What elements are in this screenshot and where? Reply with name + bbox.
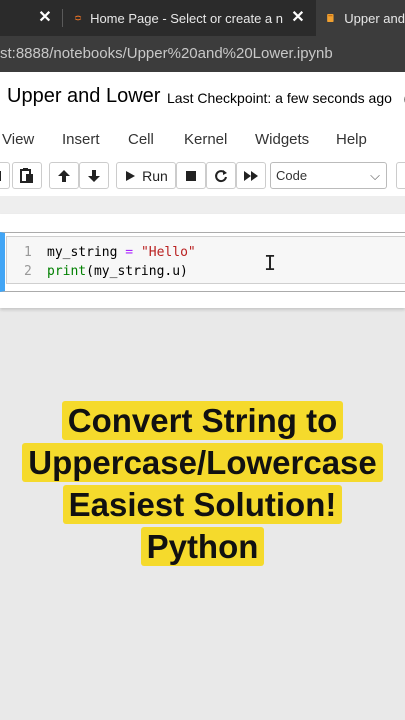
fast-forward-icon <box>244 170 258 181</box>
title-line-text: Uppercase/Lowercase <box>22 443 383 482</box>
notebook-gutter <box>0 196 405 214</box>
cell-type-value: Code <box>276 168 308 183</box>
menu-widgets[interactable]: Widgets <box>255 131 309 148</box>
menu-insert[interactable]: Insert <box>62 131 100 148</box>
jupyter-icon <box>74 15 82 21</box>
menu-view[interactable]: View <box>2 131 34 148</box>
tab-upper-and-lower[interactable]: Upper and <box>316 0 405 36</box>
close-tab-icon[interactable]: ✕ <box>33 6 57 30</box>
notebook-header: Upper and Lower Last Checkpoint: a few s… <box>0 72 405 123</box>
restart-button[interactable] <box>206 162 236 189</box>
command-palette-button[interactable] <box>396 162 405 189</box>
video-title-overlay: Convert String to Uppercase/Lowercase Ea… <box>0 400 405 568</box>
paste-button[interactable] <box>12 162 42 189</box>
title-line-text: Convert String to <box>61 401 344 440</box>
arrow-up-icon <box>58 169 70 182</box>
move-up-button[interactable] <box>49 162 79 189</box>
restart-run-all-button[interactable] <box>236 162 266 189</box>
run-button[interactable]: Run <box>116 162 176 189</box>
line-number: 1 <box>24 245 32 260</box>
last-checkpoint: Last Checkpoint: a few seconds ago ( <box>167 90 405 106</box>
cell-type-select[interactable]: Code ⌵ <box>270 162 387 189</box>
stop-icon <box>186 170 196 181</box>
paste-icon <box>20 167 33 183</box>
line-number: 2 <box>24 264 32 279</box>
close-tab-icon[interactable]: ✕ <box>286 6 310 30</box>
notebook-toolbar: Run Code ⌵ <box>0 158 405 197</box>
notebook-icon <box>327 13 334 23</box>
url-text: st:8888/notebooks/Upper%20and%20Lower.ip… <box>0 45 333 62</box>
notebook-title[interactable]: Upper and Lower <box>7 85 160 108</box>
checkpoint-text: Last Checkpoint: a few seconds ago <box>167 90 392 106</box>
chevron-down-icon: ⌵ <box>370 168 380 183</box>
interrupt-button[interactable] <box>176 162 206 189</box>
tab-title: Upper and <box>344 10 405 26</box>
title-line: Convert String to <box>0 400 405 442</box>
copy-button[interactable] <box>0 162 10 189</box>
tab-home-page[interactable]: Home Page - Select or create a n <box>68 0 283 36</box>
tab-separator <box>62 9 63 27</box>
run-label: Run <box>142 167 168 184</box>
code-line-text: print(my_string.u) <box>47 264 188 279</box>
menu-cell[interactable]: Cell <box>128 131 154 148</box>
code-editor[interactable]: 1 2 my_string = "Hello" print(my_string.… <box>6 236 405 284</box>
address-bar[interactable]: st:8888/notebooks/Upper%20and%20Lower.ip… <box>0 36 405 72</box>
title-line: Easiest Solution! <box>0 484 405 526</box>
move-down-button[interactable] <box>79 162 109 189</box>
menu-help[interactable]: Help <box>336 131 367 148</box>
menu-kernel[interactable]: Kernel <box>184 131 227 148</box>
tab-title: Home Page - Select or create a n <box>90 10 283 26</box>
code-line: print(my_string.u) <box>47 264 188 279</box>
code-line-text: my_string = "Hello" <box>47 245 196 260</box>
line-number-gutter: 1 2 <box>7 237 41 283</box>
copy-icon <box>0 170 1 181</box>
title-line-text: Python <box>140 527 265 566</box>
menu-bar: View Insert Cell Kernel Widgets Help <box>0 122 405 158</box>
play-icon <box>126 170 136 181</box>
restart-icon <box>215 169 227 182</box>
title-line-text: Easiest Solution! <box>62 485 343 524</box>
title-line: Uppercase/Lowercase <box>0 442 405 484</box>
text-cursor-icon: I <box>264 251 277 275</box>
title-line: Python <box>0 526 405 568</box>
arrow-down-icon <box>88 169 100 182</box>
code-line: my_string = "Hello" <box>47 245 196 260</box>
browser-tab-bar: ✕ Home Page - Select or create a n ✕ Upp… <box>0 0 405 36</box>
